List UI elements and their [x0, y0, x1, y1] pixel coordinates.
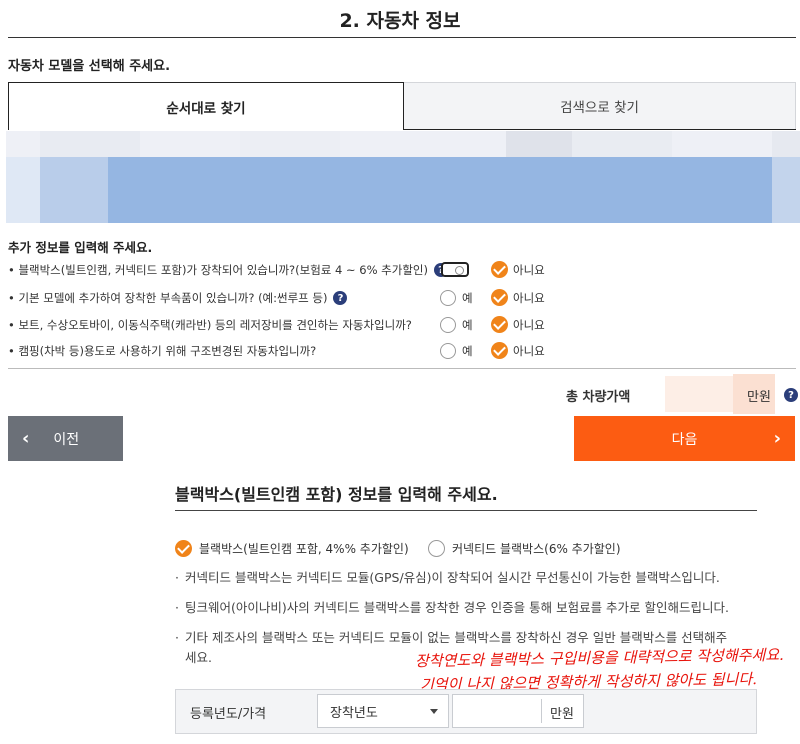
- question-row-camping: • 캠핑(차박 등)용도로 사용하기 위해 구조변경된 자동차입니까? 예 아니…: [8, 340, 768, 362]
- check-circle-icon: [175, 540, 192, 557]
- radio-label: 예: [462, 344, 473, 358]
- radio-yes[interactable]: 예: [440, 290, 473, 306]
- radio-label: 아니요: [513, 317, 545, 332]
- tab-keyword-search[interactable]: 검색으로 찾기: [403, 82, 796, 130]
- chevron-right-icon: ›: [773, 428, 781, 449]
- radio-circle-focused-icon: [441, 262, 469, 277]
- price-input-divider: [541, 699, 542, 723]
- tab-label: 순서대로 찾기: [166, 100, 246, 117]
- info-text: 기타 제조사의 블랙박스 또는 커넥티드 모듈이 없는 블랙박스를 장착하신 경…: [185, 630, 728, 645]
- radio-yes[interactable]: 예: [440, 317, 473, 333]
- price-unit: 만원: [550, 707, 574, 722]
- radio-label: 아니요: [513, 262, 545, 277]
- radio-blackbox-connected[interactable]: 커넥티드 블랙박스(6% 추가할인): [428, 540, 621, 557]
- total-value-label: 총 차량가액: [566, 390, 631, 405]
- install-year-select[interactable]: 장착년도: [317, 694, 449, 728]
- check-circle-icon: [491, 342, 508, 359]
- radio-label: 아니요: [513, 290, 545, 305]
- title-divider: [8, 37, 796, 38]
- question-row-towing: • 보트, 수상오토바이, 이동식주택(캐라반) 등의 레저장비를 견인하는 자…: [8, 314, 768, 336]
- prev-button[interactable]: ‹ 이전: [8, 416, 123, 461]
- registration-label: 등록년도/가격: [190, 707, 267, 722]
- info-text: 팅크웨어(아이나비)사의 커넥티드 블랙박스를 장착한 경우 인증을 통해 보험…: [185, 600, 729, 615]
- tab-sequential-search[interactable]: 순서대로 찾기: [8, 82, 404, 130]
- chevron-left-icon: ‹: [22, 428, 30, 449]
- radio-label: 블랙박스(빌트인캠 포함, 4%% 추가할인): [199, 542, 409, 556]
- prev-button-label: 이전: [53, 431, 80, 448]
- extra-info-title: 추가 정보를 입력해 주세요.: [8, 240, 153, 255]
- model-prompt: 자동차 모델을 선택해 주세요.: [8, 59, 171, 74]
- help-icon[interactable]: ?: [333, 291, 348, 305]
- model-selection-area-blurred: [6, 131, 800, 223]
- info-line: · 팅크웨어(아이나비)사의 커넥티드 블랙박스를 장착한 경우 인증을 통해 보…: [175, 600, 729, 615]
- question-row-accessories: • 기본 모델에 추가하여 장착한 부속품이 있습니까? (예:썬루프 등) ?…: [8, 287, 768, 309]
- info-text: 커넥티드 블랙박스는 커넥티드 모듈(GPS/유심)이 장착되어 실시간 무선통…: [185, 570, 720, 585]
- questions-divider: [8, 368, 796, 369]
- radio-label: 예: [462, 291, 473, 305]
- caret-down-icon: [430, 709, 438, 714]
- check-circle-icon: [491, 289, 508, 306]
- radio-circle-icon: [428, 540, 445, 557]
- radio-circle-icon: [440, 317, 456, 333]
- check-circle-icon: [491, 261, 508, 278]
- question-text: • 기본 모델에 추가하여 장착한 부속품이 있습니까? (예:썬루프 등): [8, 291, 328, 305]
- blackbox-divider: [175, 510, 757, 511]
- next-button-label: 다음: [671, 431, 698, 448]
- info-line: · 커넥티드 블랙박스는 커넥티드 모듈(GPS/유심)이 장착되어 실시간 무선…: [175, 570, 720, 585]
- radio-label: 예: [462, 318, 473, 332]
- radio-no[interactable]: 아니요: [491, 316, 545, 333]
- question-row-blackbox: • 블랙박스(빌트인캠, 커넥티드 포함)가 장착되어 있습니까?(보험료 4 …: [8, 259, 768, 281]
- tab-underline: [403, 129, 796, 130]
- radio-circle-icon: [440, 290, 456, 306]
- radio-yes[interactable]: [441, 262, 475, 277]
- radio-no[interactable]: 아니요: [491, 342, 545, 359]
- radio-blackbox-builtin[interactable]: 블랙박스(빌트인캠 포함, 4%% 추가할인): [175, 540, 409, 557]
- question-text: • 블랙박스(빌트인캠, 커넥티드 포함)가 장착되어 있습니까?(보험료 4 …: [8, 263, 428, 277]
- radio-no[interactable]: 아니요: [491, 289, 545, 306]
- question-text: • 보트, 수상오토바이, 이동식주택(캐라반) 등의 레저장비를 견인하는 자…: [8, 318, 412, 332]
- radio-label: 커넥티드 블랙박스(6% 추가할인): [452, 542, 621, 556]
- radio-circle-icon: [440, 343, 456, 359]
- radio-label: 아니요: [513, 343, 545, 358]
- select-value: 장착년도: [330, 705, 378, 721]
- help-icon[interactable]: ?: [784, 388, 798, 402]
- page-title: 2. 자동차 정보: [339, 10, 461, 32]
- radio-no[interactable]: 아니요: [491, 261, 545, 278]
- question-text: • 캠핑(차박 등)용도로 사용하기 위해 구조변경된 자동차입니까?: [8, 344, 317, 358]
- next-button[interactable]: 다음 ›: [574, 416, 795, 461]
- tab-label: 검색으로 찾기: [560, 100, 639, 116]
- blackbox-section-title: 블랙박스(빌트인캠 포함) 정보를 입력해 주세요.: [175, 485, 498, 504]
- radio-yes[interactable]: 예: [440, 343, 473, 359]
- check-circle-icon: [491, 316, 508, 333]
- total-unit: 만원: [747, 390, 771, 405]
- total-value-blurred: [665, 376, 733, 412]
- info-text: 세요.: [185, 650, 212, 665]
